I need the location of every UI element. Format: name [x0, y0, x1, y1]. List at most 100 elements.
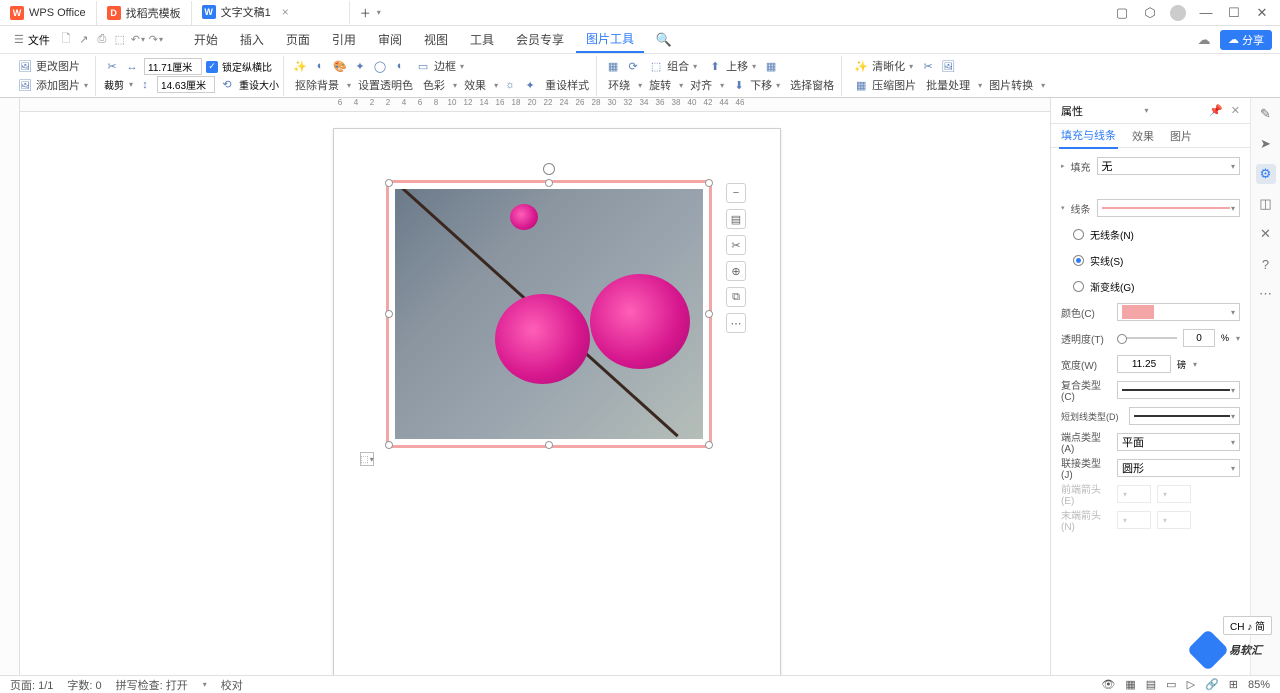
- eye-icon[interactable]: 👁: [1101, 678, 1115, 691]
- border-button[interactable]: ▭边框▾: [412, 57, 467, 75]
- float-zoom[interactable]: ⊕: [726, 261, 746, 281]
- resize-handle-t[interactable]: [545, 179, 553, 187]
- lock-ratio-checkbox[interactable]: ✓: [206, 61, 218, 73]
- transparency-button[interactable]: 设置透明色: [355, 76, 416, 94]
- tab-effect[interactable]: 效果: [1130, 124, 1156, 148]
- rail-more-icon[interactable]: ⋯: [1256, 284, 1276, 304]
- undo-icon[interactable]: ↶▾: [130, 32, 146, 48]
- tab-fill-line[interactable]: 填充与线条: [1059, 123, 1118, 149]
- export-icon[interactable]: ↗: [76, 32, 92, 48]
- rotate-button[interactable]: 旋转: [646, 76, 674, 94]
- cloud-icon[interactable]: ☁: [1196, 32, 1212, 48]
- cap-select[interactable]: 平面▾: [1117, 433, 1240, 451]
- radio-gradient[interactable]: [1073, 281, 1084, 292]
- batch-button[interactable]: 批量处理: [923, 76, 973, 94]
- resize-handle-br[interactable]: [705, 441, 713, 449]
- search-icon[interactable]: 🔍: [656, 32, 672, 48]
- selection-pane-button[interactable]: 选择窗格: [787, 76, 837, 94]
- file-menu[interactable]: ☰文件: [8, 32, 56, 48]
- rail-settings-icon[interactable]: ⚙: [1256, 164, 1276, 184]
- radio-none[interactable]: [1073, 229, 1084, 240]
- menu-pic-tools[interactable]: 图片工具: [576, 26, 644, 53]
- float-crop[interactable]: ✂: [726, 235, 746, 255]
- crop-label[interactable]: 裁剪: [104, 77, 124, 92]
- align-button[interactable]: 对齐: [687, 76, 715, 94]
- menu-member[interactable]: 会员专享: [506, 27, 574, 52]
- avatar-icon[interactable]: [1170, 5, 1186, 21]
- float-minus[interactable]: −: [726, 183, 746, 203]
- rotate-handle[interactable]: [543, 163, 555, 175]
- close-panel-icon[interactable]: ✕: [1231, 105, 1240, 117]
- print-icon[interactable]: ⎙: [94, 32, 110, 48]
- proof-status[interactable]: 校对: [221, 677, 243, 693]
- cube-icon[interactable]: ⬡: [1142, 5, 1158, 21]
- float-copy[interactable]: ⧉: [726, 287, 746, 307]
- change-image-button[interactable]: 🖼更改图片: [14, 57, 91, 75]
- transparency-input[interactable]: [1183, 329, 1215, 347]
- clarity-button[interactable]: ✨清晰化▾: [850, 57, 916, 75]
- effect-button[interactable]: 效果: [461, 76, 489, 94]
- view3-icon[interactable]: ▭: [1166, 678, 1176, 691]
- resize-handle-b[interactable]: [545, 441, 553, 449]
- reset-style-button[interactable]: 重设样式: [542, 76, 592, 94]
- line-preview[interactable]: ▾: [1097, 199, 1240, 217]
- tab-template[interactable]: D 找稻壳模板: [97, 1, 192, 25]
- selected-image[interactable]: [386, 180, 712, 448]
- menu-start[interactable]: 开始: [184, 27, 228, 52]
- maximize-icon[interactable]: ☐: [1226, 5, 1242, 21]
- join-select[interactable]: 圆形▾: [1117, 459, 1240, 477]
- resize-handle-bl[interactable]: [385, 441, 393, 449]
- fill-section[interactable]: 填充: [1071, 159, 1091, 174]
- menu-insert[interactable]: 插入: [230, 27, 274, 52]
- tab-document[interactable]: W 文字文稿1 ×: [192, 1, 350, 25]
- color-button[interactable]: 色彩: [420, 76, 448, 94]
- close-icon[interactable]: ×: [282, 5, 289, 19]
- anchor-button[interactable]: ⬚▾: [360, 452, 374, 466]
- remove-bg-button[interactable]: 抠除背景: [292, 76, 342, 94]
- link-icon[interactable]: 🔗: [1205, 678, 1219, 691]
- dash-select[interactable]: ▾: [1129, 407, 1240, 425]
- menu-review[interactable]: 审阅: [368, 27, 412, 52]
- up-button[interactable]: ⬆上移▾: [704, 57, 759, 75]
- window-icon[interactable]: ▢: [1114, 5, 1130, 21]
- menu-tools[interactable]: 工具: [460, 27, 504, 52]
- rail-layers-icon[interactable]: ◫: [1256, 194, 1276, 214]
- down-button[interactable]: ⬇下移▾: [728, 76, 783, 94]
- share-button[interactable]: ☁ 分享: [1220, 30, 1272, 50]
- compound-select[interactable]: ▾: [1117, 381, 1240, 399]
- view1-icon[interactable]: ▦: [1125, 678, 1135, 691]
- menu-view[interactable]: 视图: [414, 27, 458, 52]
- resize-handle-tr[interactable]: [705, 179, 713, 187]
- page-status[interactable]: 页面: 1/1: [10, 677, 53, 693]
- add-image-button[interactable]: 🖼添加图片▾: [14, 76, 91, 94]
- close-window-icon[interactable]: ✕: [1254, 5, 1270, 21]
- wrap-button[interactable]: 环绕: [605, 76, 633, 94]
- color-select[interactable]: ▾: [1117, 303, 1240, 321]
- radio-solid[interactable]: [1073, 255, 1084, 266]
- width-input[interactable]: [144, 58, 202, 75]
- float-layout[interactable]: ▤: [726, 209, 746, 229]
- menu-page[interactable]: 页面: [276, 27, 320, 52]
- canvas[interactable]: 6422468101214161820222426283032343638404…: [20, 98, 1050, 675]
- rail-tools-icon[interactable]: ✕: [1256, 224, 1276, 244]
- rail-pen-icon[interactable]: ✎: [1256, 104, 1276, 124]
- float-more[interactable]: ⋯: [726, 313, 746, 333]
- pin-icon[interactable]: 📌: [1209, 105, 1223, 117]
- rail-help-icon[interactable]: ?: [1256, 254, 1276, 274]
- transparency-slider[interactable]: [1117, 337, 1177, 339]
- grid-icon[interactable]: ⊞: [1229, 678, 1238, 691]
- line-section[interactable]: 线条: [1071, 201, 1091, 216]
- word-count[interactable]: 字数: 0: [67, 677, 101, 693]
- tab-image[interactable]: 图片: [1168, 124, 1194, 148]
- rail-cursor-icon[interactable]: ➤: [1256, 134, 1276, 154]
- ime-badge[interactable]: CH ♪ 简: [1223, 616, 1272, 635]
- spell-status[interactable]: 拼写检查: 打开: [116, 677, 188, 693]
- height-input[interactable]: [157, 76, 215, 93]
- fill-select[interactable]: 无▾: [1097, 157, 1240, 175]
- play-icon[interactable]: ▷: [1187, 678, 1195, 691]
- compress-button[interactable]: ▦压缩图片: [850, 76, 919, 94]
- preview-icon[interactable]: ⬚: [112, 32, 128, 48]
- redo-icon[interactable]: ↷▾: [148, 32, 164, 48]
- group-button[interactable]: ⬚组合▾: [645, 57, 700, 75]
- save-icon[interactable]: 🗋: [58, 32, 74, 48]
